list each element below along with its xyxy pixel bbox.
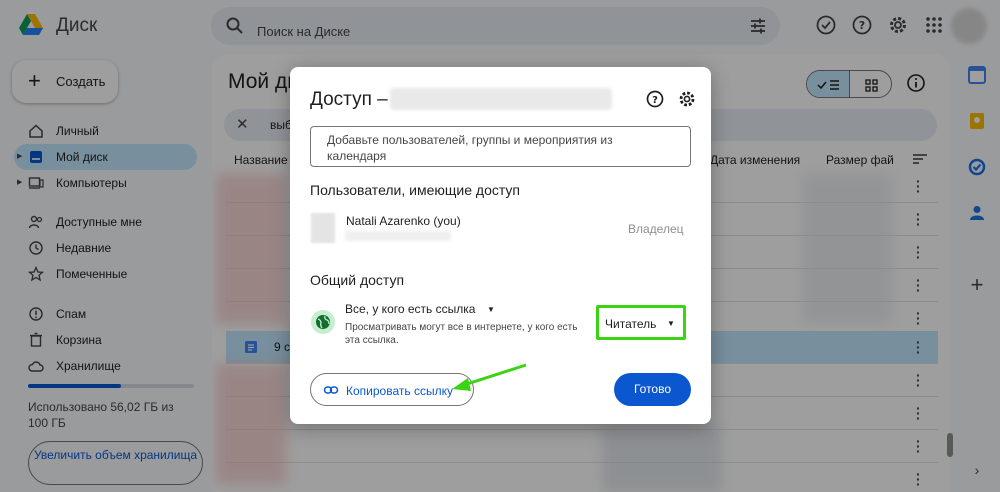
annotation-arrow: [452, 363, 527, 391]
